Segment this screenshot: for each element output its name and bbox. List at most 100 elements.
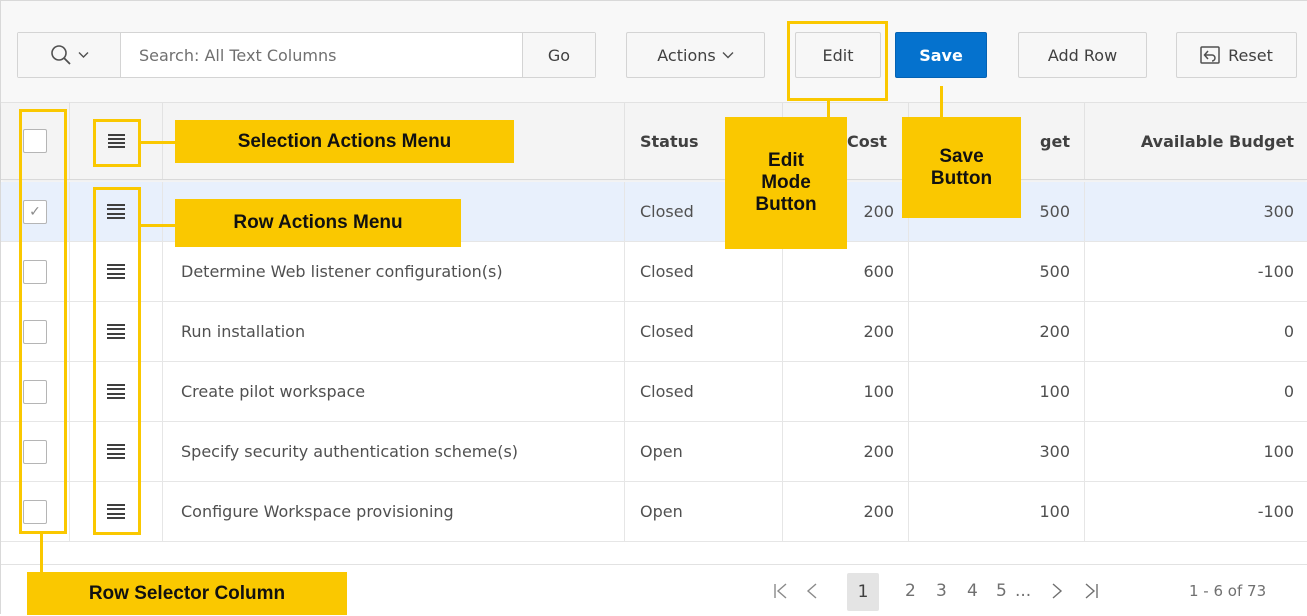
annotation-line: Save <box>939 145 984 167</box>
annotation-connector <box>141 141 175 144</box>
reset-label: Reset <box>1228 45 1273 65</box>
reset-button[interactable]: Reset <box>1176 32 1297 78</box>
status-cell[interactable]: Open <box>625 482 783 541</box>
edit-button[interactable]: Edit <box>795 32 881 78</box>
annotation-line: Button <box>755 193 817 215</box>
actions-menu-button[interactable]: Actions <box>626 32 765 78</box>
reset-icon <box>1200 46 1220 64</box>
cost-cell[interactable]: 100 <box>783 362 909 421</box>
select-all-checkbox[interactable] <box>23 129 47 153</box>
row-checkbox[interactable] <box>23 319 47 344</box>
chevron-down-icon <box>78 52 88 58</box>
search-icon <box>50 45 71 65</box>
task-cell[interactable]: Create pilot workspace <box>163 362 625 421</box>
last-page-icon <box>1085 582 1098 599</box>
available-budget-cell[interactable]: 100 <box>1085 422 1307 481</box>
row-actions-menu-icon[interactable] <box>107 323 125 340</box>
search-column-menu-button[interactable] <box>18 33 121 77</box>
budget-cell[interactable]: 200 <box>909 302 1085 361</box>
annotation-line: Button <box>930 167 993 189</box>
row-actions-menu-icon[interactable] <box>107 383 125 400</box>
available-budget-cell[interactable]: -100 <box>1085 482 1307 541</box>
row-checkbox[interactable] <box>23 259 47 284</box>
cost-cell[interactable]: 200 <box>783 302 909 361</box>
chevron-left-icon <box>806 582 817 599</box>
budget-cell[interactable]: 500 <box>909 242 1085 301</box>
page-button-3[interactable]: 3 <box>936 565 947 616</box>
available-budget-cell[interactable]: 0 <box>1085 302 1307 361</box>
edit-mode-button-label: Edit Mode Button <box>725 117 847 249</box>
annotation-connector <box>40 534 43 572</box>
select-all-cell <box>1 103 70 179</box>
add-row-button[interactable]: Add Row <box>1018 32 1147 78</box>
budget-cell[interactable]: 100 <box>909 362 1085 421</box>
selection-actions-menu-icon[interactable] <box>107 134 125 148</box>
budget-cell[interactable]: 300 <box>909 422 1085 481</box>
row-actions-menu-icon[interactable] <box>107 263 125 280</box>
pagination-range: 1 - 6 of 73 <box>1189 581 1267 600</box>
cost-cell[interactable]: 200 <box>783 422 909 481</box>
page-button-2[interactable]: 2 <box>905 565 916 616</box>
actions-label: Actions <box>657 45 716 65</box>
row-selector-cell <box>1 242 70 301</box>
table-row[interactable]: Create pilot workspace Closed 100 100 0 <box>1 362 1307 422</box>
row-actions-menu-label: Row Actions Menu <box>175 199 461 247</box>
table-row[interactable]: Run installation Closed 200 200 0 <box>1 302 1307 362</box>
budget-cell[interactable]: 100 <box>909 482 1085 541</box>
row-selector-cell <box>1 482 70 541</box>
row-checkbox[interactable] <box>23 439 47 464</box>
available-budget-cell[interactable]: 0 <box>1085 362 1307 421</box>
table-row[interactable]: Determine Web listener configuration(s) … <box>1 242 1307 302</box>
cost-cell[interactable]: 200 <box>783 482 909 541</box>
search-input[interactable] <box>121 33 522 77</box>
go-button[interactable]: Go <box>522 33 595 77</box>
row-actions-cell <box>70 482 163 541</box>
task-cell[interactable]: Configure Workspace provisioning <box>163 482 625 541</box>
row-actions-cell <box>70 422 163 481</box>
row-checkbox[interactable] <box>23 499 47 524</box>
selection-actions-menu-label: Selection Actions Menu <box>175 120 514 163</box>
row-actions-menu-icon[interactable] <box>107 443 125 460</box>
available-budget-cell[interactable]: 300 <box>1085 182 1307 241</box>
chevron-right-icon <box>1052 582 1063 599</box>
interactive-grid: Go Actions Edit Save Add Row Reset <box>0 0 1307 616</box>
row-selector-cell <box>1 422 70 481</box>
row-selector-cell <box>1 362 70 421</box>
search-bar: Go <box>17 32 596 78</box>
annotation-connector <box>141 224 175 227</box>
next-page-button[interactable] <box>1051 565 1063 616</box>
row-selector-cell: ✓ <box>1 182 70 241</box>
task-cell[interactable]: Run installation <box>163 302 625 361</box>
save-button[interactable]: Save <box>895 32 987 78</box>
row-checkbox[interactable] <box>23 379 47 404</box>
row-actions-menu-icon[interactable] <box>107 203 125 220</box>
page-button-1[interactable]: 1 <box>847 573 879 611</box>
prev-page-button[interactable] <box>806 565 818 616</box>
column-header-available-budget[interactable]: Available Budget <box>1085 103 1307 179</box>
task-cell[interactable]: Determine Web listener configuration(s) <box>163 242 625 301</box>
row-actions-cell <box>70 242 163 301</box>
row-selector-column-label: Row Selector Column <box>27 572 347 615</box>
table-row[interactable]: Specify security authentication scheme(s… <box>1 422 1307 482</box>
cost-cell[interactable]: 600 <box>783 242 909 301</box>
first-page-button[interactable] <box>773 565 789 616</box>
page-button-4[interactable]: 4 <box>967 565 978 616</box>
row-actions-cell <box>70 182 163 241</box>
status-cell[interactable]: Closed <box>625 302 783 361</box>
last-page-button[interactable] <box>1083 565 1099 616</box>
annotation-connector <box>940 86 943 117</box>
table-row[interactable]: Configure Workspace provisioning Open 20… <box>1 482 1307 542</box>
task-cell[interactable]: Specify security authentication scheme(s… <box>163 422 625 481</box>
status-cell[interactable]: Closed <box>625 362 783 421</box>
first-page-icon <box>774 582 787 599</box>
page-button-5[interactable]: 5 <box>996 565 1007 616</box>
status-cell[interactable]: Closed <box>625 242 783 301</box>
grid-toolbar: Go Actions Edit Save Add Row Reset <box>1 1 1307 103</box>
row-selector-cell <box>1 302 70 361</box>
save-button-label: Save Button <box>902 117 1021 218</box>
chevron-down-icon <box>722 52 734 59</box>
status-cell[interactable]: Open <box>625 422 783 481</box>
row-actions-menu-icon[interactable] <box>107 503 125 520</box>
row-checkbox-checked[interactable]: ✓ <box>23 199 47 224</box>
available-budget-cell[interactable]: -100 <box>1085 242 1307 301</box>
